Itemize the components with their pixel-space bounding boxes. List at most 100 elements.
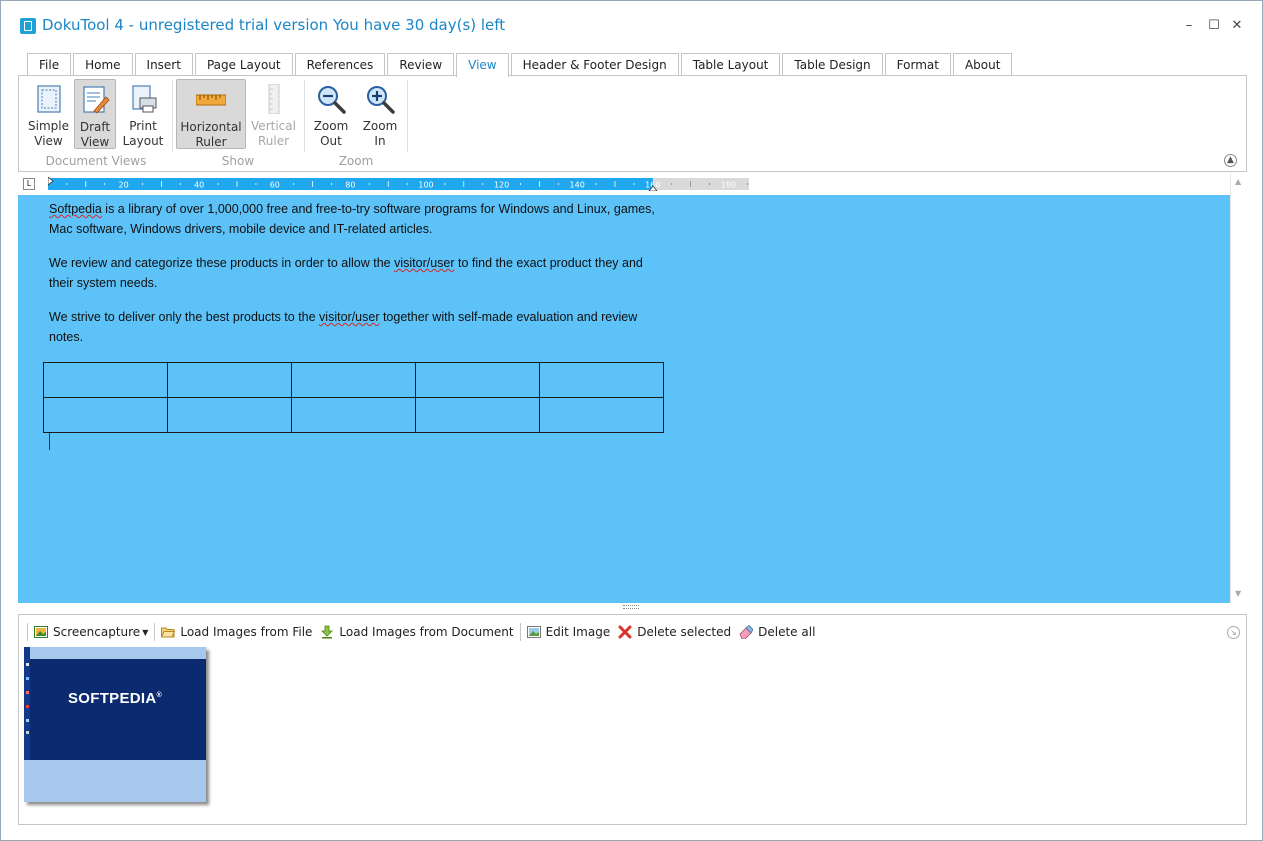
tab-format[interactable]: Format xyxy=(884,53,951,76)
softpedia-logo: SOFTPEDIA® xyxy=(24,690,206,707)
thumbnail-desktop-icon xyxy=(26,663,29,666)
panel-splitter[interactable] xyxy=(623,605,639,609)
image-toolbar: Screencapture ▼ Load Images from File Lo… xyxy=(25,623,819,641)
table-cell[interactable] xyxy=(167,397,292,433)
misspelled-word[interactable]: visitor/user xyxy=(394,256,454,270)
load-images-from-document-button[interactable]: Load Images from Document xyxy=(316,623,517,641)
table-cell[interactable] xyxy=(291,397,416,433)
logo-text: SOFTPEDIA xyxy=(67,690,157,707)
window-title: DokuTool 4 - unregistered trial version … xyxy=(42,16,506,34)
tab-about[interactable]: About xyxy=(952,53,1013,76)
tab-references[interactable]: References xyxy=(294,53,386,76)
title-bar: DokuTool 4 - unregistered trial version … xyxy=(1,1,1262,51)
tab-page-layout[interactable]: Page Layout xyxy=(194,53,293,76)
table-cell[interactable] xyxy=(539,362,664,398)
document-area[interactable]: Softpedia is a library of over 1,000,000… xyxy=(18,195,1230,603)
horizontal-ruler-icon xyxy=(196,94,226,106)
tab-file[interactable]: File xyxy=(27,53,72,76)
table-cell[interactable] xyxy=(539,397,664,433)
scroll-down-icon[interactable]: ▼ xyxy=(1235,589,1241,598)
thumbnail-desktop-icon xyxy=(26,719,29,722)
zoom-in-icon xyxy=(367,86,395,114)
horizontal-ruler-button[interactable]: Horizontal Ruler xyxy=(176,79,246,149)
draft-view-icon xyxy=(83,86,110,114)
delete-all-label: Delete all xyxy=(758,625,816,639)
ruler-label: 180 xyxy=(721,181,736,190)
zoom-in-label-2: In xyxy=(374,134,386,148)
zoom-out-button[interactable]: Zoom Out xyxy=(310,79,352,149)
scroll-up-icon[interactable]: ▲ xyxy=(1235,177,1241,186)
tab-insert[interactable]: Insert xyxy=(134,53,193,76)
zoom-out-label-2: Out xyxy=(320,134,342,148)
ribbon-collapse-icon[interactable]: ▲ xyxy=(1224,154,1237,167)
ruler-bar[interactable]: 20 40 60 80 100 120 140 160 180 xyxy=(48,177,749,191)
text-caret xyxy=(49,433,50,450)
ruler-label: 140 xyxy=(570,181,585,190)
tab-table-design[interactable]: Table Design xyxy=(782,53,883,76)
print-layout-label-1: Print xyxy=(129,119,157,133)
tab-review[interactable]: Review xyxy=(387,53,455,76)
tab-view[interactable]: View xyxy=(456,53,509,77)
load-images-from-file-button[interactable]: Load Images from File xyxy=(157,623,316,641)
table-cell[interactable] xyxy=(43,362,168,398)
tab-header-footer-design[interactable]: Header & Footer Design xyxy=(510,53,679,76)
table-row xyxy=(43,362,664,398)
group-separator xyxy=(407,80,408,152)
tab-table-layout[interactable]: Table Layout xyxy=(680,53,781,76)
folder-icon xyxy=(161,627,176,638)
tab-stop-selector[interactable]: L xyxy=(23,178,35,190)
thumbnail-desktop-icon xyxy=(26,677,29,680)
ruler-label: 60 xyxy=(270,181,280,190)
ruler-label: 40 xyxy=(194,181,204,190)
ruler-label: 80 xyxy=(345,181,355,190)
screencapture-button[interactable]: Screencapture ▼ xyxy=(30,623,152,641)
image-thumbnail[interactable]: SOFTPEDIA® xyxy=(24,647,206,802)
draft-view-label-1: Draft xyxy=(79,120,111,134)
delete-selected-label: Delete selected xyxy=(637,625,732,639)
minimize-button[interactable]: – xyxy=(1178,15,1200,37)
table-cell[interactable] xyxy=(415,397,540,433)
zoom-out-icon xyxy=(318,86,346,114)
load-from-file-label: Load Images from File xyxy=(180,625,313,639)
group-label-document-views: Document Views xyxy=(45,154,147,168)
zoom-in-button[interactable]: Zoom In xyxy=(359,79,401,149)
misspelled-word[interactable]: visitor/user xyxy=(319,310,379,324)
app-icon xyxy=(20,18,36,34)
table-cell[interactable] xyxy=(415,362,540,398)
ribbon-panel: Simple View Draft View Print Layout Docu… xyxy=(18,75,1247,172)
maximize-button[interactable]: ☐ xyxy=(1203,15,1225,37)
paragraph-text: is a library of over 1,000,000 free and … xyxy=(49,202,655,236)
vertical-ruler-button[interactable]: Vertical Ruler xyxy=(251,79,296,149)
app-window: DokuTool 4 - unregistered trial version … xyxy=(0,0,1263,841)
paragraph-1: Softpedia is a library of over 1,000,000… xyxy=(49,199,669,239)
panel-collapse-icon[interactable]: ↘ xyxy=(1227,626,1240,639)
table-cell[interactable] xyxy=(43,397,168,433)
document-table[interactable] xyxy=(43,362,664,433)
table-cell[interactable] xyxy=(291,362,416,398)
logo-mark: ® xyxy=(156,692,162,699)
close-button[interactable]: ✕ xyxy=(1226,15,1248,37)
misspelled-word[interactable]: Softpedia xyxy=(49,202,102,216)
chevron-down-icon: ▼ xyxy=(142,627,149,637)
ribbon-tabs: File Home Insert Page Layout References … xyxy=(27,53,1014,77)
simple-view-icon xyxy=(36,85,61,113)
edit-image-label: Edit Image xyxy=(545,625,611,639)
edit-image-button[interactable]: Edit Image xyxy=(523,623,615,641)
zoom-in-label-1: Zoom xyxy=(362,119,398,133)
simple-view-label-1: Simple xyxy=(28,119,69,133)
delete-selected-button[interactable]: Delete selected xyxy=(614,623,735,641)
print-layout-icon xyxy=(132,85,157,113)
table-cell[interactable] xyxy=(167,362,292,398)
tab-home[interactable]: Home xyxy=(73,53,133,76)
simple-view-button[interactable]: Simple View xyxy=(26,79,71,149)
paragraph-2: We review and categorize these products … xyxy=(49,253,669,293)
vertical-scrollbar[interactable]: ▲ ▼ xyxy=(1230,173,1247,603)
draft-view-button[interactable]: Draft View xyxy=(74,79,116,149)
toolbar-separator xyxy=(519,623,521,641)
delete-all-button[interactable]: Delete all xyxy=(735,623,819,641)
horizontal-ruler-label-1: Horizontal xyxy=(180,120,242,134)
paragraph-text: We review and categorize these products … xyxy=(49,256,395,270)
screencapture-label: Screencapture xyxy=(53,625,141,639)
simple-view-label-2: View xyxy=(34,134,63,148)
print-layout-button[interactable]: Print Layout xyxy=(120,79,166,149)
